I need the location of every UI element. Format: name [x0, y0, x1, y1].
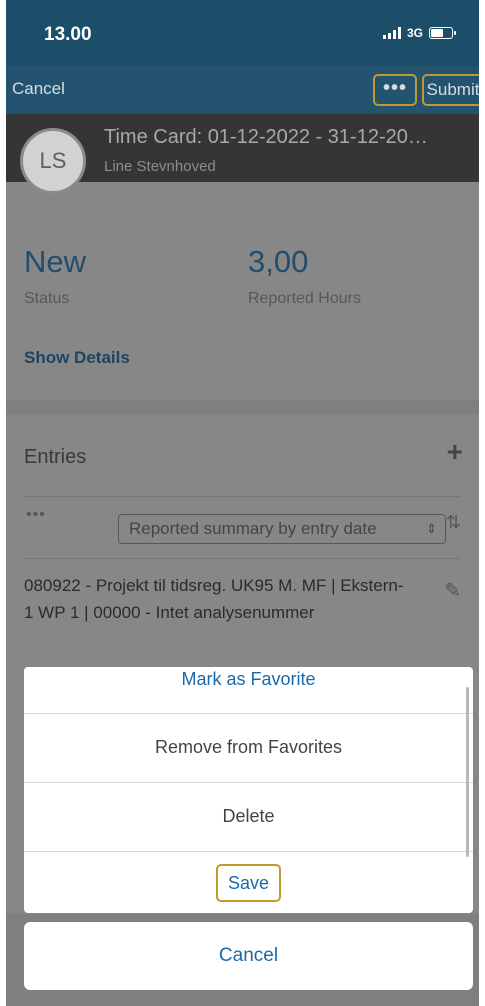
status-label: Status [24, 290, 70, 307]
phone-screen: 13.00 3G Cancel ••• Submit LS Time Card:… [0, 0, 485, 1006]
remove-from-favorites-button[interactable]: Remove from Favorites [24, 713, 473, 779]
save-row: Save [24, 851, 473, 913]
entries-filter-select[interactable]: Reported summary by entry date ⇕ [118, 514, 446, 544]
entry-description[interactable]: 080922 - Projekt til tidsreg. UK95 M. MF… [24, 572, 404, 626]
status-bar: 13.00 3G [6, 0, 479, 66]
entries-more-icon[interactable]: ••• [26, 506, 46, 524]
edit-pencil-icon[interactable]: ✎ [444, 578, 461, 603]
employee-name: Line Stevnhoved [104, 158, 216, 175]
add-entry-icon[interactable]: + [447, 436, 463, 468]
status-value: New [24, 244, 87, 279]
scrollbar[interactable] [466, 687, 469, 857]
action-sheet: Mark as Favorite Remove from Favorites D… [24, 667, 473, 913]
nav-bar: Cancel ••• Submit [6, 66, 479, 114]
network-label: 3G [406, 26, 423, 40]
status-indicators: 3G [382, 26, 456, 40]
divider [24, 558, 461, 559]
cancel-nav-button[interactable]: Cancel [12, 79, 65, 99]
cancel-button[interactable]: Cancel [24, 922, 473, 990]
page-title: Time Card: 01-12-2022 - 31-12-20… [104, 126, 428, 148]
more-options-button[interactable]: ••• [373, 74, 417, 106]
show-details-link[interactable]: Show Details [24, 348, 130, 368]
submit-button[interactable]: Submit [422, 74, 479, 106]
chevron-updown-icon: ⇕ [426, 521, 437, 536]
reported-hours-value: 3,00 [248, 244, 309, 279]
signal-icon [382, 27, 401, 39]
battery-icon [429, 27, 456, 39]
status-time: 13.00 [44, 24, 92, 45]
entries-title: Entries [24, 446, 87, 468]
save-button[interactable]: Save [215, 864, 282, 902]
entries-filter-value: Reported summary by entry date [129, 519, 377, 538]
delete-button[interactable]: Delete [24, 782, 473, 848]
time-card-header: LS Time Card: 01-12-2022 - 31-12-20… Lin… [6, 114, 479, 194]
summary-panel: New Status 3,00 Reported Hours Show Deta… [6, 182, 479, 400]
avatar: LS [20, 128, 86, 194]
sort-icon[interactable]: ⇅ [446, 512, 461, 533]
reported-hours-label: Reported Hours [248, 290, 361, 307]
divider [24, 496, 461, 497]
